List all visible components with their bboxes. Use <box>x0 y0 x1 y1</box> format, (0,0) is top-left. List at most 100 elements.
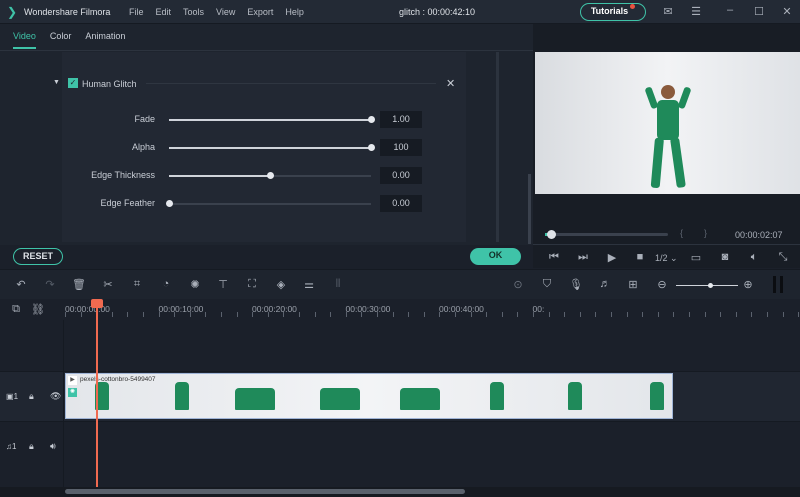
ruler-tick <box>673 312 675 317</box>
ruler-tick <box>205 312 207 317</box>
tab-color[interactable]: Color <box>50 31 72 41</box>
color-icon[interactable]: ✺ <box>187 278 203 291</box>
ruler-tick <box>189 312 191 317</box>
speed-icon[interactable]: ◔ <box>158 278 174 290</box>
reset-button[interactable]: RESET <box>13 248 63 265</box>
ruler-tick <box>548 312 550 317</box>
maximize-icon[interactable]: ☐ <box>751 5 767 18</box>
fullscreen-icon[interactable]: ⤡ <box>775 251 791 264</box>
zoom-fit-icon[interactable]: ⛶ <box>244 278 260 291</box>
redo-icon[interactable]: ↷ <box>42 278 58 291</box>
param-row-alpha: Alpha 100 <box>60 134 465 162</box>
crop-icon[interactable]: ⌗ <box>129 278 145 291</box>
timeline-zoom-slider[interactable] <box>676 283 738 288</box>
cut-icon[interactable]: ✂ <box>100 278 116 291</box>
tutorials-button[interactable]: Tutorials <box>580 3 646 21</box>
effect-enable-checkbox[interactable]: ✓ <box>68 78 78 88</box>
mark-out-icon[interactable]: } <box>704 228 707 238</box>
slider-knob[interactable] <box>166 200 173 207</box>
add-track-icon[interactable]: ⧉ <box>8 303 24 316</box>
volume-icon[interactable]: 🔈︎ <box>746 251 762 264</box>
previous-frame-icon[interactable]: ⏮ <box>546 251 562 264</box>
project-title: glitch : 00:00:42:10 <box>399 7 476 17</box>
split-screen-icon[interactable]: ⊞ <box>625 278 641 291</box>
quality-value: 1/2 <box>655 253 668 263</box>
playback-progress[interactable] <box>545 230 668 239</box>
list-menu-icon[interactable]: ☰ <box>688 5 704 18</box>
app-name: Wondershare Filmora <box>24 7 111 17</box>
ruler-tick <box>704 312 706 317</box>
minimize-icon[interactable]: – <box>722 4 738 16</box>
freeze-frame-icon[interactable]: ⊤ <box>215 278 231 291</box>
slider-knob[interactable] <box>368 144 375 151</box>
menu-edit[interactable]: Edit <box>156 7 172 17</box>
close-icon[interactable]: ✕ <box>779 5 795 18</box>
audio-track: ♫1 🔒︎ 🔊︎ <box>0 422 800 486</box>
undo-icon[interactable]: ↶ <box>13 278 29 291</box>
menu-file[interactable]: File <box>129 7 144 17</box>
ruler-tick <box>439 312 441 317</box>
remove-effect-icon[interactable]: ✕ <box>446 77 455 90</box>
play-icon[interactable]: ▶ <box>604 251 620 264</box>
render-icon[interactable]: ⊙ <box>510 278 526 291</box>
slider-knob[interactable] <box>267 172 274 179</box>
panel-scrollbar[interactable] <box>496 52 499 242</box>
menu-view[interactable]: View <box>216 7 235 17</box>
param-slider[interactable] <box>169 172 371 179</box>
microphone-icon[interactable]: 🎙︎ <box>568 278 584 291</box>
next-frame-icon[interactable]: ⏭ <box>575 251 591 264</box>
ruler-tick <box>798 312 800 317</box>
keyframe-icon[interactable]: ◈ <box>273 278 289 291</box>
ok-button[interactable]: OK <box>470 248 521 265</box>
menu-bar: File Edit Tools View Export Help <box>129 7 316 17</box>
collapse-chevron-icon[interactable]: ▼ <box>53 79 60 86</box>
audio-mixer-icon[interactable]: ♬ <box>597 278 613 290</box>
ruler-tick <box>517 312 519 317</box>
mail-icon[interactable]: ✉ <box>660 5 676 18</box>
ruler-tick <box>143 312 144 317</box>
audio-wave-icon[interactable]: ⦀ <box>330 278 346 291</box>
param-slider[interactable] <box>169 116 375 123</box>
menu-help[interactable]: Help <box>285 7 304 17</box>
horizontal-scrollbar[interactable] <box>0 487 800 497</box>
timeline-toolbar: ↶ ↷ 🗑︎ ✂ ⌗ ◔ ✺ ⊤ ⛶ ◈ ⚌ ⦀ ⊙ ⛉ 🎙︎ ♬ ⊞ ⊖ ⊕ <box>0 269 800 299</box>
delete-icon[interactable]: 🗑︎ <box>71 278 87 291</box>
stop-icon[interactable]: ■ <box>632 251 648 263</box>
playhead[interactable] <box>96 305 98 488</box>
clip-thumbnail <box>568 382 582 410</box>
tab-animation[interactable]: Animation <box>85 31 125 41</box>
ruler-tick <box>174 312 176 317</box>
zoom-in-icon[interactable]: ⊕ <box>740 278 756 291</box>
pause-render-icon[interactable] <box>773 276 783 293</box>
param-slider[interactable] <box>169 144 375 151</box>
menu-tools[interactable]: Tools <box>183 7 204 17</box>
param-label: Edge Feather <box>100 198 155 208</box>
filmora-logo-icon: ❯ <box>7 5 18 19</box>
ruler-tick <box>423 312 425 317</box>
ruler-tick <box>267 312 269 317</box>
timeline-ruler[interactable] <box>0 299 800 321</box>
snapshot-icon[interactable]: ◙ <box>717 251 733 263</box>
param-value-input[interactable]: 100 <box>380 139 422 156</box>
ruler-tick <box>564 312 566 317</box>
ruler-tick <box>611 312 612 317</box>
playhead-handle[interactable] <box>91 299 103 308</box>
display-settings-icon[interactable]: ▭ <box>688 251 704 264</box>
tab-video[interactable]: Video <box>13 31 36 49</box>
zoom-out-icon[interactable]: ⊖ <box>654 278 670 291</box>
menu-export[interactable]: Export <box>247 7 273 17</box>
marker-icon[interactable]: ⛉ <box>539 278 555 291</box>
param-label: Edge Thickness <box>91 170 155 180</box>
right-scrollbar[interactable] <box>528 174 531 244</box>
param-slider[interactable] <box>166 200 371 207</box>
mark-in-icon[interactable]: { <box>680 228 683 238</box>
slider-knob[interactable] <box>368 116 375 123</box>
adjust-icon[interactable]: ⚌ <box>301 278 317 291</box>
param-value-input[interactable]: 0.00 <box>380 195 422 212</box>
link-icon[interactable]: ⛓ <box>30 303 46 316</box>
ruler-tick <box>314 312 316 317</box>
ruler-tick <box>283 312 285 317</box>
param-value-input[interactable]: 0.00 <box>380 167 422 184</box>
quality-select[interactable]: 1/2 ⌄ <box>655 253 678 264</box>
param-value-input[interactable]: 1.00 <box>380 111 422 128</box>
